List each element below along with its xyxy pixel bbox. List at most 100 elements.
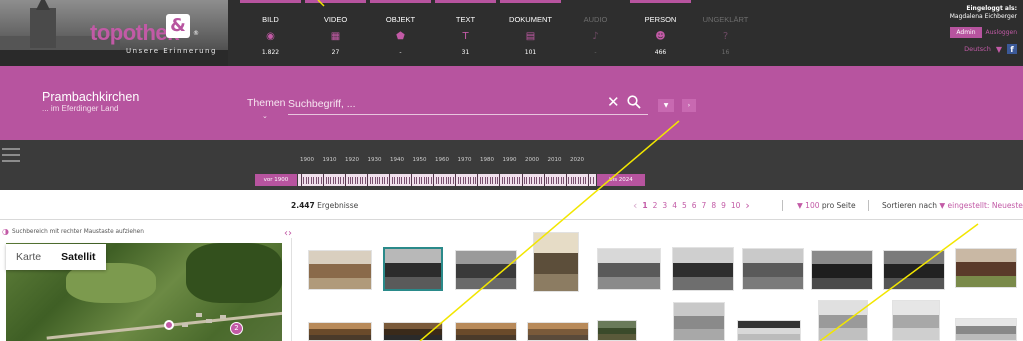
page-link[interactable]: 8 bbox=[711, 201, 716, 210]
page-link[interactable]: 1 bbox=[642, 201, 647, 210]
language-dropdown-icon[interactable]: ▼ bbox=[996, 45, 1002, 54]
facebook-icon[interactable]: f bbox=[1007, 44, 1017, 54]
category-person[interactable]: PERSON ☻ 466 bbox=[628, 0, 693, 66]
per-page-selector[interactable]: ▼ 100 pro Seite bbox=[797, 201, 856, 210]
timeline-tick bbox=[467, 177, 469, 184]
page-link[interactable]: 7 bbox=[702, 201, 707, 210]
pagination: ‹ 1 2 3 4 5 6 7 8 9 10 › bbox=[633, 199, 750, 212]
timeline-tick bbox=[440, 177, 442, 184]
result-thumbnail[interactable] bbox=[955, 248, 1017, 288]
result-thumbnail[interactable] bbox=[737, 320, 801, 341]
timeline-tick bbox=[575, 177, 577, 184]
clear-search-icon[interactable]: ✕ bbox=[607, 94, 620, 110]
result-thumbnail[interactable] bbox=[742, 248, 804, 290]
timeline-tick bbox=[342, 177, 344, 184]
page-link[interactable]: 5 bbox=[682, 201, 687, 210]
timeline-tick bbox=[438, 177, 440, 184]
document-icon: ▤ bbox=[525, 31, 536, 42]
timeline-tick bbox=[514, 177, 516, 184]
result-thumbnail[interactable] bbox=[597, 248, 661, 290]
result-thumbnail[interactable] bbox=[818, 300, 868, 341]
question-icon: ? bbox=[722, 31, 729, 42]
brand-logo[interactable]: topothek & ® Unsere Erinnerung bbox=[0, 0, 228, 66]
timeline-tick bbox=[372, 177, 374, 184]
timeline-tick bbox=[494, 177, 496, 184]
category-bild[interactable]: BILD ◉ 1.822 bbox=[238, 0, 303, 66]
timeline-tick bbox=[394, 177, 396, 184]
result-thumbnail[interactable] bbox=[383, 247, 443, 291]
timeline-tick bbox=[354, 177, 356, 184]
result-thumbnail[interactable] bbox=[892, 300, 940, 341]
language-label[interactable]: Deutsch bbox=[964, 45, 991, 53]
timeline-tick bbox=[582, 177, 584, 184]
category-ungeklärt[interactable]: UNGEKLÄRT? 16 bbox=[693, 0, 758, 66]
previous-page-icon[interactable]: ‹ bbox=[633, 199, 637, 212]
search-options-dropdown-icon[interactable]: ▼ bbox=[658, 99, 674, 112]
page-link[interactable]: 6 bbox=[692, 201, 697, 210]
timeline-year-label: 2020 bbox=[570, 157, 584, 163]
timeline-tick bbox=[460, 177, 462, 184]
admin-button[interactable]: Admin bbox=[950, 27, 982, 38]
category-video[interactable]: VIDEO ▦ 27 bbox=[303, 0, 368, 66]
result-thumbnail[interactable] bbox=[533, 232, 579, 292]
timeline-tick bbox=[391, 177, 393, 184]
timeline-tick bbox=[499, 174, 501, 186]
timeline-tick bbox=[558, 177, 560, 184]
next-page-icon[interactable]: › bbox=[745, 199, 749, 212]
map-type-satellite-button[interactable]: Satellit bbox=[51, 244, 105, 270]
timeline-tick bbox=[590, 177, 592, 184]
timeline-tick bbox=[501, 177, 503, 184]
place-name[interactable]: Prambachkirchen bbox=[42, 90, 139, 104]
category-label: TEXT bbox=[455, 15, 476, 24]
page-link[interactable]: 2 bbox=[653, 201, 658, 210]
menu-icon[interactable] bbox=[2, 148, 20, 166]
timeline-tick bbox=[528, 177, 530, 184]
timeline-start-handle[interactable]: vor 1900 bbox=[255, 174, 297, 186]
timeline-tick bbox=[411, 174, 413, 186]
timeline-tick bbox=[362, 177, 364, 184]
map-type-map-button[interactable]: Karte bbox=[6, 244, 51, 270]
timeline-tick bbox=[303, 177, 305, 184]
result-thumbnail[interactable] bbox=[955, 318, 1017, 341]
sort-value: eingestellt: Neueste bbox=[947, 201, 1023, 210]
themen-button[interactable]: Themen bbox=[247, 97, 286, 109]
result-thumbnail[interactable] bbox=[883, 250, 945, 290]
category-text[interactable]: TEXT T 31 bbox=[433, 0, 498, 66]
map-marker-icon[interactable] bbox=[164, 320, 174, 330]
timeline-tick bbox=[318, 177, 320, 184]
timeline-tick bbox=[315, 177, 317, 184]
result-thumbnail[interactable] bbox=[811, 250, 873, 290]
result-thumbnail[interactable] bbox=[383, 322, 443, 341]
search-icon[interactable] bbox=[627, 95, 641, 109]
category-audio[interactable]: AUDIO ♪ - bbox=[563, 0, 628, 66]
timeline-tick bbox=[511, 177, 513, 184]
category-label: PERSON bbox=[644, 15, 677, 24]
page-link[interactable]: 9 bbox=[721, 201, 726, 210]
page-link[interactable]: 4 bbox=[672, 201, 677, 210]
result-thumbnail[interactable] bbox=[308, 322, 372, 341]
map-cluster-marker[interactable]: 2 bbox=[230, 322, 243, 335]
result-thumbnail[interactable] bbox=[527, 322, 589, 341]
search-extra-options-icon[interactable]: › bbox=[682, 99, 696, 112]
map-hint: ◑ Suchbereich mit rechter Maustaste aufzi… bbox=[2, 227, 144, 236]
logout-link[interactable]: Ausloggen bbox=[986, 29, 1017, 36]
result-thumbnail[interactable] bbox=[455, 322, 517, 341]
page-link[interactable]: 3 bbox=[662, 201, 667, 210]
result-thumbnail[interactable] bbox=[597, 320, 637, 341]
page-link[interactable]: 10 bbox=[731, 201, 741, 210]
timeline-tick bbox=[389, 174, 391, 186]
category-dokument[interactable]: DOKUMENT ▤ 101 bbox=[498, 0, 563, 66]
result-thumbnail[interactable] bbox=[455, 250, 517, 290]
timeline-tick bbox=[487, 177, 489, 184]
result-thumbnail[interactable] bbox=[673, 302, 725, 341]
result-thumbnail[interactable] bbox=[308, 250, 372, 290]
category-indicator bbox=[305, 0, 366, 3]
category-objekt[interactable]: OBJEKT ⬟ - bbox=[368, 0, 433, 66]
timeline-slider[interactable] bbox=[298, 174, 596, 186]
chevron-down-icon[interactable]: ⌄ bbox=[262, 112, 268, 120]
search-input[interactable] bbox=[288, 93, 648, 115]
chevron-down-icon: ▼ bbox=[939, 201, 946, 210]
timeline-end-handle[interactable]: bis 2024 bbox=[597, 174, 645, 186]
result-thumbnail[interactable] bbox=[672, 247, 734, 291]
sort-selector[interactable]: Sortieren nach ▼ eingestellt: Neueste bbox=[882, 201, 1023, 210]
